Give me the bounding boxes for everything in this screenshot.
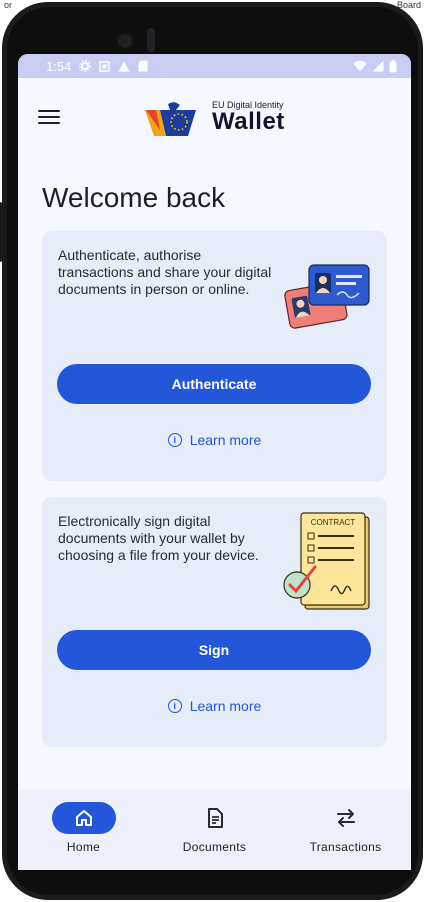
warning-icon [118,61,130,71]
gear-icon [79,60,92,72]
wifi-icon [353,60,367,72]
app-bar: EU Digital Identity Wallet [18,78,411,158]
contract-icon: CONTRACT [283,512,370,610]
menu-button[interactable] [38,110,60,128]
id-cards-icon [284,264,370,329]
logo-title: Wallet [212,108,285,135]
learn-more-link-sign[interactable]: i Learn more [42,698,387,714]
sd-card-icon [138,60,148,72]
menu-icon-bar [38,122,60,124]
app-logo: EU Digital Identity Wallet [142,100,288,138]
nav-home[interactable]: Home [18,790,149,870]
nav-home-indicator [51,802,116,834]
nav-documents-label: Documents [182,840,247,854]
authenticate-card: Authenticate, authorise transactions and… [42,231,387,481]
contract-label: CONTRACT [311,518,356,527]
front-camera [115,31,135,51]
menu-icon-bar [38,116,60,118]
authenticate-description: Authenticate, authorise transactions and… [58,247,272,297]
page-title: Welcome back [42,182,226,213]
learn-more-label: Learn more [189,432,262,448]
home-icon [75,810,92,826]
authenticate-button[interactable]: Authenticate [57,364,371,404]
bottom-navigation: Home Documents Transactions [18,790,411,870]
nav-transactions-indicator [314,802,378,834]
signal-icon [372,60,384,72]
sign-description: Electronically sign digital documents wi… [58,513,259,563]
background-left-text: or [4,0,13,10]
status-bar: 1:54 [18,54,411,78]
nav-documents-indicator [183,802,247,834]
app-screen: 1:54 EU Digital Identity Wallet Welcome … [18,54,411,870]
nav-documents[interactable]: Documents [149,790,280,870]
sign-card: Electronically sign digital documents wi… [42,497,387,747]
battery-icon [389,59,397,72]
info-icon: i [167,433,182,447]
proximity-sensor [147,28,155,52]
sign-button[interactable]: Sign [57,630,371,670]
status-time: 1:54 [46,58,72,74]
transfer-icon [336,809,355,827]
wallet-logo-icon [145,102,196,136]
info-icon: i [167,699,182,713]
nav-transactions[interactable]: Transactions [280,790,411,870]
square-icon [99,60,111,72]
volume-button [0,202,2,262]
learn-more-link-authenticate[interactable]: i Learn more [42,432,387,448]
learn-more-label: Learn more [189,698,262,714]
nav-transactions-label: Transactions [309,840,382,854]
document-icon [207,808,223,828]
menu-icon-bar [38,110,60,112]
nav-home-label: Home [66,840,101,854]
phone-frame: 1:54 EU Digital Identity Wallet Welcome … [0,2,423,900]
